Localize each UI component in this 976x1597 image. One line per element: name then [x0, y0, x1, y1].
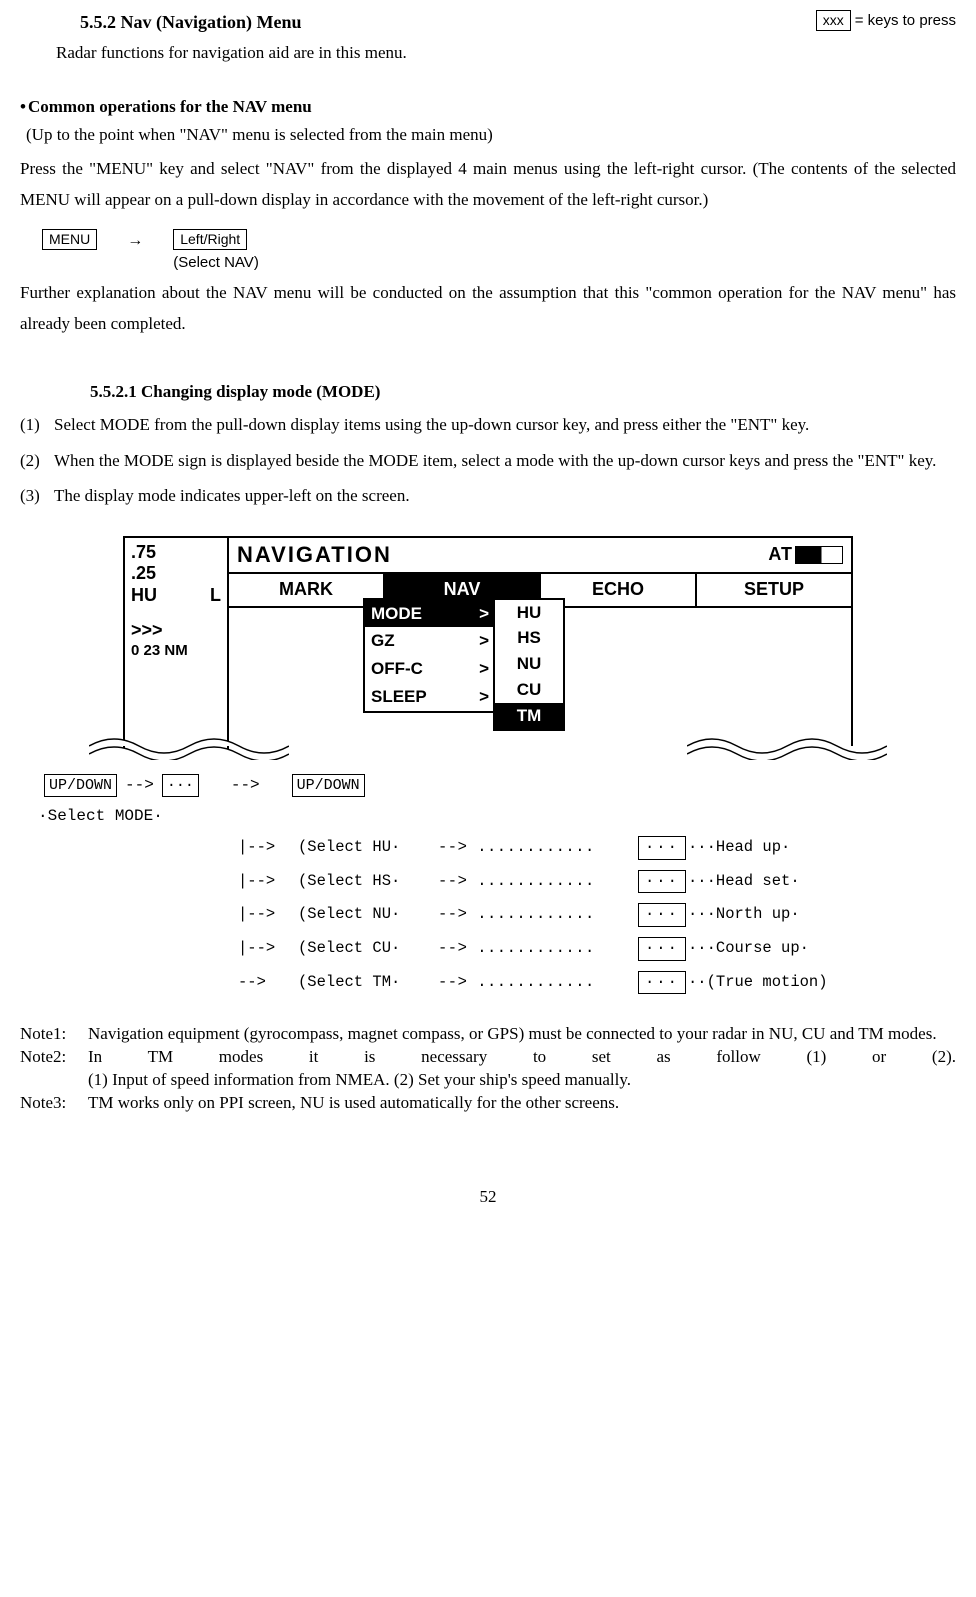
section-title: 5.5.2 Nav (Navigation) Menu	[20, 10, 302, 35]
flow-table: |--> (Select HU· --> ............ ··· ··…	[38, 831, 956, 999]
note1-text: Navigation equipment (gyrocompass, magne…	[88, 1023, 956, 1046]
table-row: |--> (Select HS· --> ............ ··· ··…	[38, 865, 956, 899]
updown-key: UP/DOWN	[292, 774, 365, 797]
common-paren: (Up to the point when "NAV" menu is sele…	[26, 123, 956, 147]
radar-left-panel: .75 .25 HU L >>> 0 23 NM	[125, 538, 229, 750]
at-box-icon	[795, 546, 843, 564]
page-number: 52	[20, 1185, 956, 1209]
note3-label: Note3:	[20, 1092, 88, 1115]
flow-header: UP/DOWN --> ··· --> UP/DOWN	[44, 774, 956, 797]
nav-pulldown: MODE> GZ> OFF-C> SLEEP>	[363, 598, 497, 713]
table-row: |--> (Select CU· --> ............ ··· ··…	[38, 932, 956, 966]
ent-key-icon: ···	[162, 774, 199, 797]
legend-key-box: xxx	[816, 10, 851, 30]
ent-key-icon: ···	[638, 937, 686, 961]
common-para1: Press the "MENU" key and select "NAV" fr…	[20, 153, 956, 216]
legend-text: = keys to press	[855, 10, 956, 31]
note2-text-a: In TM modes it is necessary to set as fo…	[88, 1046, 956, 1069]
chevron-right-icon: >	[479, 685, 489, 709]
note2-text-b: (1) Input of speed information from NMEA…	[88, 1069, 956, 1092]
table-row: |--> (Select NU· --> ............ ··· ··…	[38, 898, 956, 932]
chevron-right-icon: >	[479, 629, 489, 653]
list-item: (2) When the MODE sign is displayed besi…	[20, 445, 956, 476]
tab-mark: MARK	[229, 574, 385, 605]
common-para2: Further explanation about the NAV menu w…	[20, 277, 956, 340]
note1-label: Note1:	[20, 1023, 88, 1046]
ent-key-icon: ···	[638, 870, 686, 894]
ent-key-icon: ···	[638, 903, 686, 927]
leftright-key: Left/Right	[173, 229, 247, 249]
radar-title-bar: NAVIGATION AT	[229, 538, 851, 575]
notes-block: Note1: Navigation equipment (gyrocompass…	[20, 1023, 956, 1115]
key-legend: xxx = keys to press	[816, 10, 956, 31]
list-item: (3) The display mode indicates upper-lef…	[20, 480, 956, 511]
at-indicator: AT	[768, 542, 843, 567]
torn-edge-icon	[89, 732, 289, 760]
table-row: --> (Select TM· --> ............ ··· ··(…	[38, 966, 956, 1000]
select-mode-label: ·Select MODE·	[38, 805, 956, 827]
note2-label: Note2:	[20, 1046, 88, 1069]
key-sequence: MENU → Left/Right (Select NAV)	[42, 229, 956, 272]
mode-heading: 5.5.2.1 Changing display mode (MODE)	[90, 380, 956, 404]
updown-key: UP/DOWN	[44, 774, 117, 797]
list-item: (1) Select MODE from the pull-down displ…	[20, 409, 956, 440]
table-row: |--> (Select HU· --> ............ ··· ··…	[38, 831, 956, 865]
chevron-right-icon: >	[479, 657, 489, 681]
ent-key-icon: ···	[638, 836, 686, 860]
menu-key: MENU	[42, 229, 97, 249]
note3-text: TM works only on PPI screen, NU is used …	[88, 1092, 956, 1115]
select-nav-label: (Select NAV)	[173, 252, 259, 273]
radar-screen-diagram: .75 .25 HU L >>> 0 23 NM NAVIGATION AT M…	[123, 536, 853, 750]
ent-key-icon: ···	[638, 971, 686, 995]
chevron-right-icon: >	[479, 602, 489, 626]
intro-text: Radar functions for navigation aid are i…	[56, 41, 956, 65]
arrow-icon: →	[127, 229, 143, 253]
tab-setup: SETUP	[697, 574, 851, 605]
mode-options: HU HS NU CU TM	[493, 598, 565, 731]
torn-edge-icon	[687, 732, 887, 760]
common-heading: Common operations for the NAV menu	[20, 95, 956, 119]
